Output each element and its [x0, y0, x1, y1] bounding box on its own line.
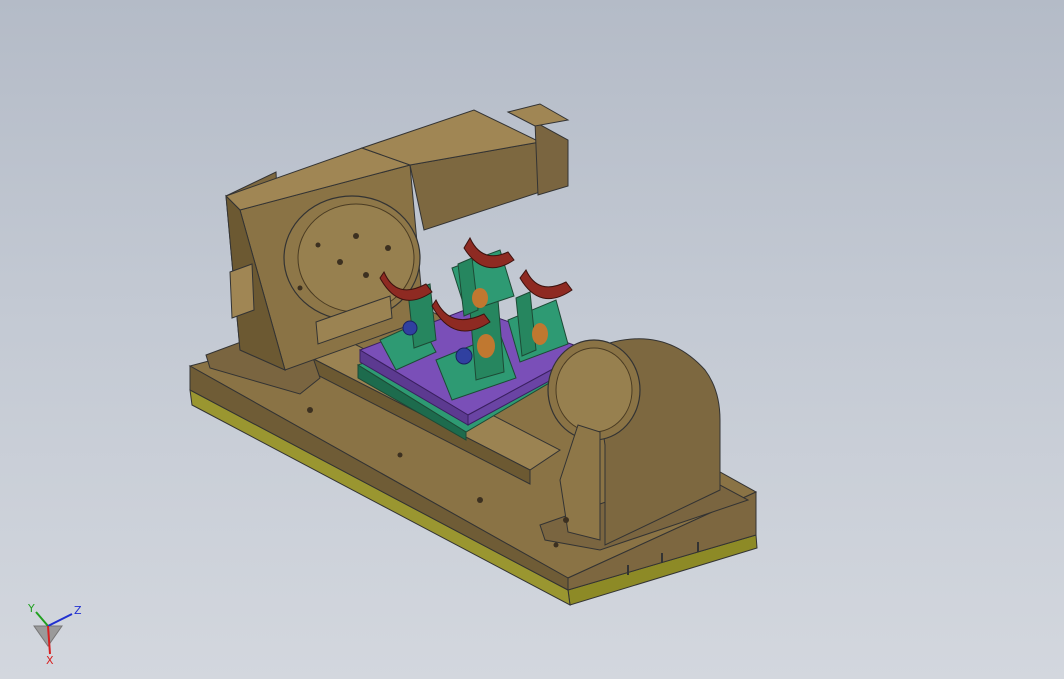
headstock-side-box: [229, 263, 255, 319]
clamp-cylinder: [455, 347, 473, 365]
faceplate-hole: [385, 245, 391, 251]
clamp-cylinder: [402, 320, 418, 336]
part-locator: [472, 288, 488, 308]
base-slot: [627, 565, 629, 575]
coordinate-triad[interactable]: Y Z X: [20, 598, 90, 668]
cad-model-view[interactable]: [0, 0, 1064, 679]
triad-z-axis: [47, 613, 73, 627]
faceplate-hole: [353, 233, 359, 239]
part-locator: [477, 334, 495, 358]
motor-block-top: [506, 103, 570, 127]
part-locator: [532, 323, 548, 345]
triad-y-label: Y: [27, 602, 35, 615]
base-hole: [477, 497, 483, 503]
faceplate-hole: [315, 242, 321, 248]
fixture-station-3[interactable]: [451, 236, 515, 317]
base-hole: [307, 407, 313, 413]
triad-z-label: Z: [74, 604, 82, 617]
triad-x-label: X: [46, 654, 54, 667]
graphics-viewport[interactable]: Y Z X: [0, 0, 1064, 679]
tailstock-hole: [563, 517, 569, 523]
faceplate-hole: [363, 272, 369, 278]
faceplate-hole: [337, 259, 343, 265]
motor-block-front: [534, 121, 569, 196]
triad-y-axis: [35, 611, 49, 627]
base-hole: [397, 452, 403, 458]
tailstock-hole: [553, 542, 559, 548]
base-slot: [697, 542, 699, 552]
base-slot: [661, 553, 663, 563]
faceplate-hole: [297, 285, 303, 291]
tailstock-face-inner: [555, 347, 633, 433]
